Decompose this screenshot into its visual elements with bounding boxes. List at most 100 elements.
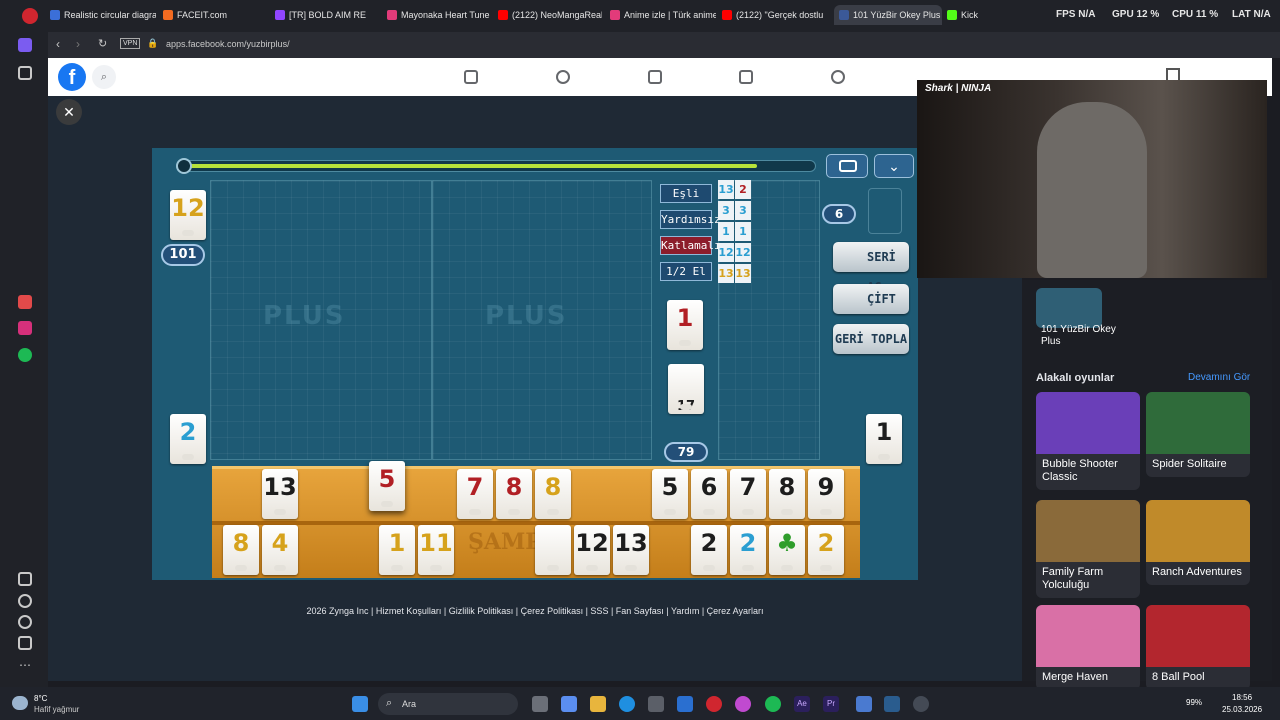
gmail-icon[interactable]	[18, 295, 32, 309]
dragged-tile[interactable]: 5	[369, 461, 405, 511]
collapse-button[interactable]: ⌄	[874, 154, 914, 178]
tab-3[interactable]: [TR] BOLD AIM RE	[275, 5, 379, 25]
instagram-icon[interactable]	[18, 321, 32, 335]
forward-icon[interactable]: ›	[76, 37, 80, 51]
game-card-spider-solitaire[interactable]: Spider Solitaire	[1146, 392, 1250, 477]
rack-tile-joker[interactable]: ♣	[769, 525, 805, 575]
battery-readout[interactable]: 99%	[1186, 698, 1202, 707]
rack-tile[interactable]: 8	[769, 469, 805, 519]
discard-tile-left[interactable]: 2	[170, 414, 206, 464]
rack-tile[interactable]: 5	[652, 469, 688, 519]
history-icon[interactable]	[18, 615, 32, 629]
rack-tile[interactable]: 13	[613, 525, 649, 575]
game-card-bubble-shooter[interactable]: Bubble Shooter Classic	[1036, 392, 1140, 490]
edge-icon[interactable]	[619, 696, 635, 712]
back-icon[interactable]: ‹	[56, 37, 60, 51]
task-view-icon[interactable]	[532, 696, 548, 712]
rack-tile[interactable]: 2	[808, 525, 844, 575]
discard-tile-top[interactable]: 1	[667, 300, 703, 350]
rack-tile[interactable]: 7	[730, 469, 766, 519]
apps-icon[interactable]	[18, 572, 32, 586]
opera-logo-icon[interactable]	[22, 8, 38, 24]
spotify-icon[interactable]	[18, 348, 32, 362]
friends-nav-icon[interactable]	[556, 70, 570, 84]
app-icon[interactable]	[735, 696, 751, 712]
chat-button[interactable]	[826, 154, 868, 178]
reload-icon[interactable]: ↻	[98, 37, 107, 50]
rack-tile[interactable]: 8	[223, 525, 259, 575]
game-card-merge-haven[interactable]: Merge Haven	[1036, 605, 1140, 690]
home-icon[interactable]	[18, 38, 32, 52]
rack-tile[interactable]: 4	[262, 525, 298, 575]
tab-4[interactable]: Mayonaka Heart Tune 11.	[387, 5, 491, 25]
steam-icon[interactable]	[884, 696, 900, 712]
app-logo[interactable]	[1036, 288, 1102, 328]
rack-tile[interactable]: 12	[574, 525, 610, 575]
marketplace-nav-icon[interactable]	[739, 70, 753, 84]
app-name[interactable]: 101 YüzBir Okey Plus	[1041, 324, 1121, 348]
tab-9[interactable]: Kick	[947, 5, 1007, 25]
rack-tile[interactable]: 7	[457, 469, 493, 519]
url-field[interactable]: apps.facebook.com/yuzbirplus/	[166, 39, 290, 49]
footer-links[interactable]: 2026 Zynga Inc | Hizmet Koşulları | Gizl…	[152, 606, 918, 616]
tab-7[interactable]: (2122) "Gerçek dostlu	[722, 5, 828, 25]
deck-tile[interactable]: 17	[668, 364, 704, 414]
download-icon[interactable]	[18, 636, 32, 650]
webcam-overlay: Shark | NINJA	[917, 80, 1267, 278]
rack-tile[interactable]: 11	[418, 525, 454, 575]
opera-taskbar-icon[interactable]	[706, 696, 722, 712]
score-pill: 101	[161, 244, 205, 266]
file-explorer-icon[interactable]	[590, 696, 606, 712]
rack-tile-blank[interactable]	[535, 525, 571, 575]
spotify-taskbar-icon[interactable]	[765, 696, 781, 712]
discard-tile-right[interactable]: 1	[866, 414, 902, 464]
clock-time[interactable]: 18:56	[1232, 693, 1252, 702]
clock-date[interactable]: 25.03.2026	[1222, 705, 1262, 714]
home-nav-icon[interactable]	[464, 70, 478, 84]
groups-nav-icon[interactable]	[831, 70, 845, 84]
rack-tile[interactable]: 6	[691, 469, 727, 519]
weather-desc[interactable]: Hafif yağmur	[34, 705, 79, 714]
tab-6[interactable]: Anime izle | Türk anime tv	[610, 5, 716, 25]
seri-ac-button[interactable]: SERİ AÇ	[833, 242, 909, 294]
heart-icon[interactable]	[18, 594, 32, 608]
rack-tile[interactable]: 2	[691, 525, 727, 575]
video-nav-icon[interactable]	[648, 70, 662, 84]
more-icon[interactable]: ⋯	[18, 658, 32, 672]
weather-icon[interactable]	[12, 696, 28, 710]
button-label: GERİ TOPLA	[834, 332, 908, 346]
store-icon[interactable]	[648, 696, 664, 712]
game-card-family-farm[interactable]: Family Farm Yolculuğu	[1036, 500, 1140, 598]
rack-tile[interactable]: 1	[379, 525, 415, 575]
tab-8-active[interactable]: 101 YüzBir Okey Plus | Fa	[834, 5, 942, 25]
rack-tile[interactable]: 8	[496, 469, 532, 519]
facebook-logo-icon[interactable]: f	[58, 63, 86, 91]
premiere-icon[interactable]: Pr	[823, 696, 839, 712]
close-icon[interactable]: ✕	[56, 99, 82, 125]
after-effects-icon[interactable]: Ae	[794, 696, 810, 712]
geri-topla-button[interactable]: GERİ TOPLA	[833, 324, 909, 354]
rack-tile[interactable]: 2	[730, 525, 766, 575]
rack-tile[interactable]: 9	[808, 469, 844, 519]
chevron-down-icon: ⌄	[888, 158, 900, 174]
mail-icon[interactable]	[677, 696, 693, 712]
weather-temp[interactable]: 8°C	[34, 694, 47, 703]
see-more-link[interactable]: Devamını Gör	[1188, 372, 1250, 383]
game-card-8-ball-pool[interactable]: 8 Ball Pool	[1146, 605, 1250, 690]
star-icon[interactable]	[18, 66, 32, 80]
tab-5[interactable]: (2122) NeoMangaRealm	[498, 5, 602, 25]
copilot-icon[interactable]	[561, 696, 577, 712]
discord-icon[interactable]	[856, 696, 872, 712]
tab-favicon-icon	[387, 10, 397, 20]
rack-tile[interactable]: 13	[262, 469, 298, 519]
game-card-ranch-adventures[interactable]: Ranch Adventures	[1146, 500, 1250, 585]
rack-tile[interactable]: 8	[535, 469, 571, 519]
search-icon[interactable]: ⌕	[92, 65, 116, 89]
tab-2[interactable]: FACEIT.com	[163, 5, 258, 25]
obs-icon[interactable]	[913, 696, 929, 712]
tab-1[interactable]: Realistic circular diagram	[50, 5, 156, 25]
cift-ac-button[interactable]: ÇİFT AÇ	[833, 284, 909, 336]
vpn-badge[interactable]: VPN	[120, 38, 141, 49]
taskbar-search[interactable]: ⌕ Ara	[378, 693, 518, 715]
windows-start-icon[interactable]	[352, 696, 368, 712]
